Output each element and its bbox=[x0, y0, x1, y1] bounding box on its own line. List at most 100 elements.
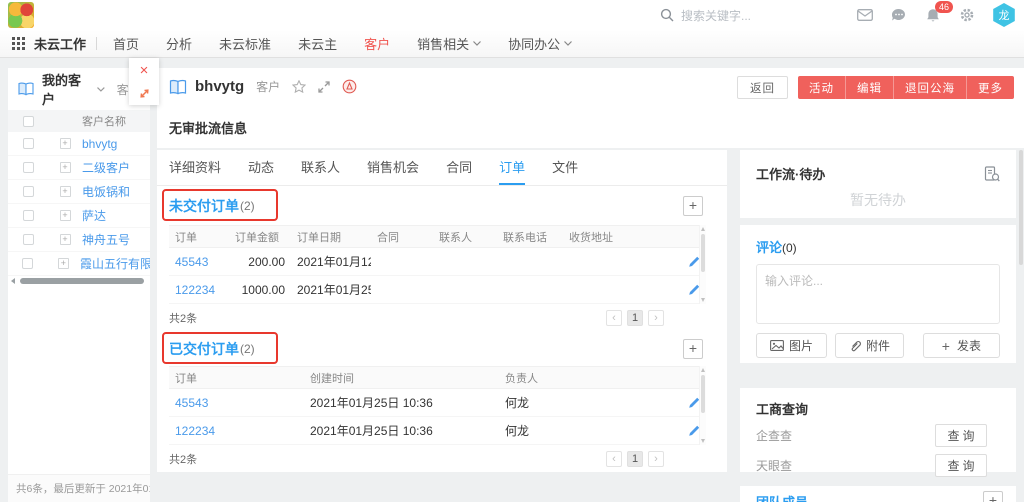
scrollbar-thumb[interactable] bbox=[20, 278, 144, 284]
tab-contracts[interactable]: 合同 bbox=[446, 150, 472, 185]
select-all-checkbox[interactable] bbox=[23, 116, 34, 127]
undelivered-count: (2) bbox=[240, 199, 255, 213]
prev-page-button[interactable]: ‹ bbox=[606, 451, 622, 467]
order-link[interactable]: 122234 bbox=[169, 424, 304, 438]
order-link[interactable]: 45543 bbox=[169, 255, 229, 269]
tab-activity[interactable]: 动态 bbox=[248, 150, 274, 185]
nav-item-standard[interactable]: 未云标准 bbox=[219, 34, 271, 53]
attachment-button[interactable]: 附件 bbox=[835, 333, 904, 358]
edit-pencil-icon[interactable] bbox=[649, 397, 706, 409]
close-icon[interactable]: × bbox=[140, 63, 149, 78]
list-item[interactable]: + bhvytg bbox=[8, 132, 150, 156]
horizontal-scrollbar[interactable] bbox=[8, 277, 150, 285]
image-button[interactable]: 图片 bbox=[756, 333, 827, 358]
scroll-down-icon[interactable] bbox=[701, 439, 705, 443]
right-scrollbar[interactable] bbox=[1019, 150, 1023, 265]
expand-plus-icon[interactable]: + bbox=[60, 186, 71, 197]
customer-link[interactable]: 二级客户 bbox=[82, 159, 130, 176]
tab-opportunities[interactable]: 销售机会 bbox=[367, 150, 419, 185]
customer-link[interactable]: 神舟五号 bbox=[82, 231, 130, 248]
nav-item-customer[interactable]: 客户 bbox=[364, 34, 390, 53]
detail-header: bhvytg 客户 无审批流信息 返回 活动 编辑 退回公海 更多 bbox=[157, 68, 1024, 148]
query-button[interactable]: 查询 bbox=[935, 424, 987, 447]
query-button[interactable]: 查询 bbox=[935, 454, 987, 477]
post-comment-button[interactable]: + 发表 bbox=[923, 333, 1000, 358]
back-button[interactable]: 返回 bbox=[737, 76, 788, 99]
app-logo[interactable] bbox=[8, 2, 34, 28]
scroll-up-icon[interactable] bbox=[701, 227, 705, 231]
row-checkbox[interactable] bbox=[23, 210, 34, 221]
page-number[interactable]: 1 bbox=[627, 451, 643, 467]
customer-link[interactable]: 霞山五行有限 bbox=[80, 255, 150, 272]
gear-icon[interactable] bbox=[958, 7, 975, 24]
nav-item-collab[interactable]: 协同办公 bbox=[508, 34, 572, 53]
chevron-down-icon bbox=[564, 41, 572, 46]
scroll-left-icon[interactable] bbox=[11, 278, 15, 284]
add-button[interactable]: + bbox=[983, 491, 1003, 502]
nav-item-analysis[interactable]: 分析 bbox=[166, 34, 192, 53]
list-item[interactable]: + 萨达 bbox=[8, 204, 150, 228]
mail-icon[interactable] bbox=[856, 7, 873, 24]
pagination: ‹ 1 › bbox=[606, 451, 664, 467]
list-item[interactable]: + 电饭锅和 bbox=[8, 180, 150, 204]
next-page-button[interactable]: › bbox=[648, 310, 664, 326]
tab-files[interactable]: 文件 bbox=[552, 150, 578, 185]
add-order-button[interactable]: + bbox=[683, 196, 703, 216]
expand-diagonal-icon[interactable] bbox=[138, 87, 151, 100]
nav-item-main[interactable]: 未云主 bbox=[298, 34, 337, 53]
tab-profile[interactable]: 详细资料 bbox=[169, 150, 221, 185]
add-order-button[interactable]: + bbox=[683, 339, 703, 359]
page-number[interactable]: 1 bbox=[627, 310, 643, 326]
fullscreen-icon[interactable] bbox=[318, 81, 330, 93]
nav-item-home[interactable]: 首页 bbox=[113, 34, 139, 53]
chevron-down-icon[interactable] bbox=[97, 87, 105, 92]
list-item[interactable]: + 神舟五号 bbox=[8, 228, 150, 252]
star-icon[interactable] bbox=[292, 80, 306, 93]
expand-plus-icon[interactable]: + bbox=[60, 234, 71, 245]
row-checkbox[interactable] bbox=[23, 162, 34, 173]
expand-plus-icon[interactable]: + bbox=[60, 162, 71, 173]
list-title[interactable]: 我的客户 bbox=[42, 70, 93, 108]
global-search[interactable]: 搜索关键字... bbox=[660, 0, 751, 30]
nav-item-sales[interactable]: 销售相关 bbox=[417, 34, 481, 53]
workspace-name[interactable]: 未云工作 bbox=[34, 34, 86, 53]
customer-link[interactable]: 萨达 bbox=[82, 207, 106, 224]
customer-link[interactable]: bhvytg bbox=[82, 137, 117, 151]
edit-button[interactable]: 编辑 bbox=[845, 76, 893, 99]
created-time: 2021年01月25日 10:36 bbox=[304, 394, 499, 411]
table-scrollbar[interactable] bbox=[699, 225, 706, 304]
comment-input[interactable] bbox=[756, 264, 1000, 324]
scrollbar-thumb[interactable] bbox=[701, 234, 705, 272]
row-checkbox[interactable] bbox=[23, 138, 34, 149]
activity-button[interactable]: 活动 bbox=[798, 76, 845, 99]
list-item[interactable]: + 霞山五行有限 bbox=[8, 252, 150, 276]
edit-pencil-icon[interactable] bbox=[649, 425, 706, 437]
workflow-search-icon[interactable] bbox=[984, 166, 1000, 182]
prev-page-button[interactable]: ‹ bbox=[606, 310, 622, 326]
tab-contacts[interactable]: 联系人 bbox=[301, 150, 340, 185]
scroll-down-icon[interactable] bbox=[701, 298, 705, 302]
avatar[interactable]: 龙 bbox=[992, 3, 1016, 27]
row-checkbox[interactable] bbox=[23, 234, 34, 245]
table-scrollbar[interactable] bbox=[699, 366, 706, 445]
scrollbar-thumb[interactable] bbox=[701, 375, 705, 413]
apps-grid-icon[interactable] bbox=[12, 37, 25, 50]
return-to-pool-button[interactable]: 退回公海 bbox=[893, 76, 966, 99]
chat-icon[interactable] bbox=[890, 7, 907, 24]
row-checkbox[interactable] bbox=[23, 186, 34, 197]
seal-icon[interactable] bbox=[342, 79, 357, 94]
list-item[interactable]: + 二级客户 bbox=[8, 156, 150, 180]
bell-icon[interactable]: 46 bbox=[924, 7, 941, 24]
scroll-up-icon[interactable] bbox=[701, 368, 705, 372]
expand-plus-icon[interactable]: + bbox=[60, 210, 71, 221]
expand-plus-icon[interactable]: + bbox=[60, 138, 71, 149]
customer-name: bhvytg bbox=[195, 78, 244, 95]
row-checkbox[interactable] bbox=[22, 258, 33, 269]
tab-orders[interactable]: 订单 bbox=[499, 150, 525, 185]
order-link[interactable]: 122234 bbox=[169, 283, 229, 297]
customer-link[interactable]: 电饭锅和 bbox=[82, 183, 130, 200]
more-button[interactable]: 更多 bbox=[966, 76, 1014, 99]
next-page-button[interactable]: › bbox=[648, 451, 664, 467]
order-link[interactable]: 45543 bbox=[169, 396, 304, 410]
expand-plus-icon[interactable]: + bbox=[58, 258, 69, 269]
